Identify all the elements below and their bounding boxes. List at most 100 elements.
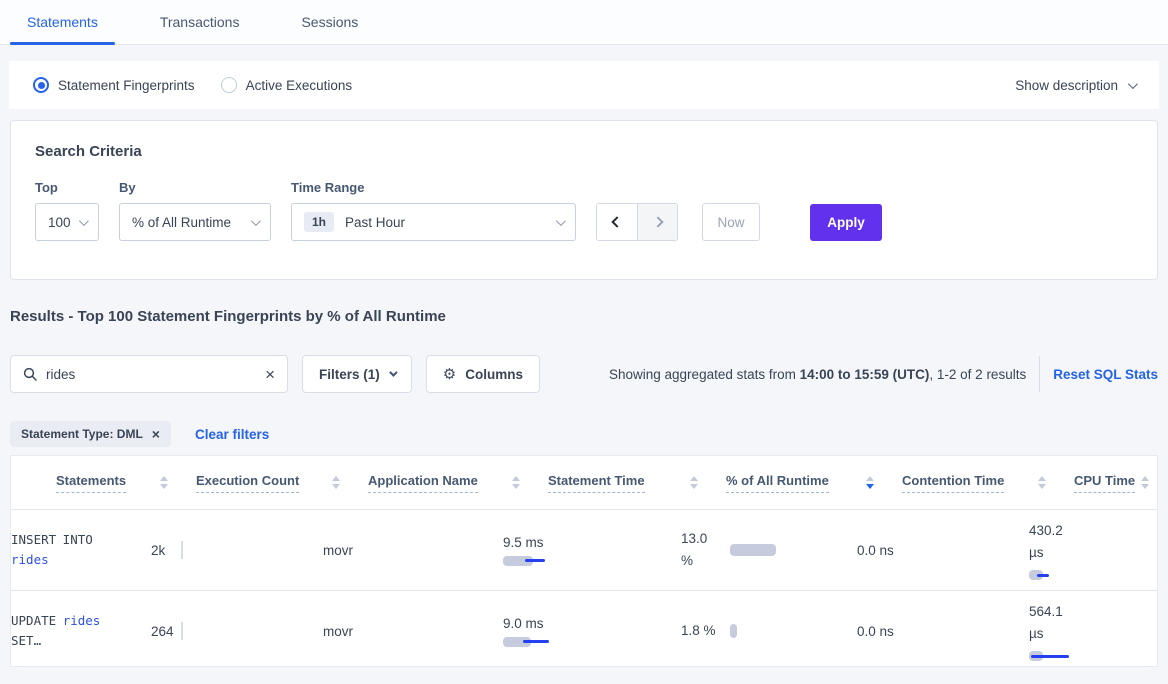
top-label: Top [35,180,99,195]
tab-transactions[interactable]: Transactions [160,0,240,44]
by-select-value: % of All Runtime [132,215,231,230]
contention-time-cell: 0.0 ns [857,624,1029,639]
time-range-arrows [596,203,678,241]
results-toolbar: × Filters (1) ⚙ Columns Showing aggregat… [10,355,1158,393]
chevron-down-icon [79,216,89,226]
cpu-time-cell: 430.2 µs [1029,520,1157,580]
search-box[interactable]: × [10,355,288,393]
aggregated-stats-text: Showing aggregated stats from 14:00 to 1… [540,367,1026,382]
runtime-percent-value: 13.0 % [681,528,721,572]
search-criteria-card: Search Criteria Top 100 By % of All Runt… [10,120,1158,280]
radio-statement-fingerprints[interactable]: Statement Fingerprints [33,77,195,93]
top-field: Top 100 [35,180,99,241]
statement-time-value: 9.5 ms [503,535,544,550]
stats-time-range: 14:00 to 15:59 (UTC) [800,367,930,382]
next-time-button[interactable] [637,204,677,240]
time-range-select[interactable]: 1h Past Hour [291,203,576,241]
sort-icon [866,476,874,489]
chevron-down-icon [389,368,397,376]
by-field: By % of All Runtime [119,180,271,241]
statement-time-cell: 9.0 ms [503,616,681,647]
radio-selected-icon [33,77,49,93]
statement-cell: UPDATE rides SET… [11,611,133,651]
statement-link[interactable]: rides [63,613,101,628]
cpu-time-cell: 564.1 µs [1029,601,1157,661]
time-range-value: Past Hour [345,215,405,230]
value-bar [1029,570,1089,580]
view-toggle-bar: Statement Fingerprints Active Executions… [9,61,1159,109]
cpu-time-value: 430.2 µs [1029,520,1077,564]
application-name-cell: movr [323,543,503,558]
sort-icon [1038,476,1046,489]
filter-pill-statement-type[interactable]: Statement Type: DML × [10,421,171,447]
clear-search-icon[interactable]: × [265,366,275,383]
sort-icon [332,476,340,489]
column-header-execution-count[interactable]: Execution Count [196,473,368,493]
column-header-statement-time[interactable]: Statement Time [548,473,726,493]
table-row: INSERT INTO rides 2k movr9.5 ms 13.0 % 0.0 n… [11,510,1157,591]
columns-button[interactable]: ⚙ Columns [426,355,540,393]
statement-keyword: SET… [11,633,41,648]
show-description-toggle[interactable]: Show description [1015,78,1135,93]
clear-filters-link[interactable]: Clear filters [195,427,269,442]
column-header-label: Execution Count [196,473,299,493]
column-header-application-name[interactable]: Application Name [368,473,548,493]
statement-cell: INSERT INTO rides [11,530,133,570]
runtime-percent-cell: 13.0 % [681,528,857,572]
tab-sessions[interactable]: Sessions [301,0,358,44]
time-range-badge: 1h [304,212,334,232]
column-header-contention-time[interactable]: Contention Time [902,473,1074,493]
sql-activity-tabbar: Statements Transactions Sessions [0,0,1168,45]
runtime-percent-bar [730,624,737,638]
filters-button[interactable]: Filters (1) [302,355,412,393]
chevron-down-icon [556,216,566,226]
apply-button[interactable]: Apply [810,204,882,241]
column-header-cpu-time[interactable]: CPU Time [1074,473,1157,493]
chevron-left-icon [611,216,622,227]
time-range-label: Time Range [291,180,576,195]
chevron-down-icon [251,216,261,226]
table-row: UPDATE rides SET…264movr9.0 ms1.8 %0.0 n… [11,591,1157,667]
runtime-percent-bar [730,544,776,556]
sort-icon [690,476,698,489]
radio-label: Statement Fingerprints [58,78,195,93]
value-bar [1029,651,1089,661]
column-header-statements[interactable]: Statements [56,473,196,493]
remove-filter-icon[interactable]: × [152,427,160,441]
runtime-percent-value: 1.8 % [681,620,721,642]
column-header-label: CPU Time [1074,473,1135,493]
table-body: INSERT INTO rides2kmovr9.5 ms13.0 %0.0 n… [11,510,1157,667]
search-icon [23,367,37,381]
column-header-label: % of All Runtime [726,473,829,493]
statement-keyword: INSERT INTO [11,532,93,547]
tab-statements[interactable]: Statements [27,0,98,44]
application-name-cell: movr [323,624,503,639]
column-header-label: Contention Time [902,473,1004,493]
top-select-value: 100 [48,215,71,230]
previous-time-button[interactable] [597,204,637,240]
search-input[interactable] [46,367,256,382]
filters-button-label: Filters (1) [319,367,380,382]
sort-icon [160,476,168,489]
show-description-label: Show description [1015,78,1118,93]
execution-count-bar [181,622,183,640]
statement-link[interactable]: rides [11,552,49,567]
contention-time-cell: 0.0 ns [857,543,1029,558]
radio-label: Active Executions [246,78,353,93]
now-button[interactable]: Now [702,203,760,241]
top-select[interactable]: 100 [35,203,99,241]
execution-count-value: 2k [151,543,181,558]
reset-sql-stats-link[interactable]: Reset SQL Stats [1053,367,1158,382]
sort-icon [512,476,520,489]
execution-count-cell: 2k [151,541,323,559]
statement-time-cell: 9.5 ms [503,535,681,566]
statements-table: StatementsExecution Count Application Nam… [10,455,1158,667]
chevron-right-icon [652,216,663,227]
execution-count-bar [181,541,183,559]
chevron-down-icon [1128,79,1138,89]
radio-active-executions[interactable]: Active Executions [221,77,353,93]
column-header--of-all-runtime[interactable]: % of All Runtime [726,473,902,493]
by-select[interactable]: % of All Runtime [119,203,271,241]
cpu-time-value: 564.1 µs [1029,601,1077,645]
column-header-label: Application Name [368,473,478,493]
